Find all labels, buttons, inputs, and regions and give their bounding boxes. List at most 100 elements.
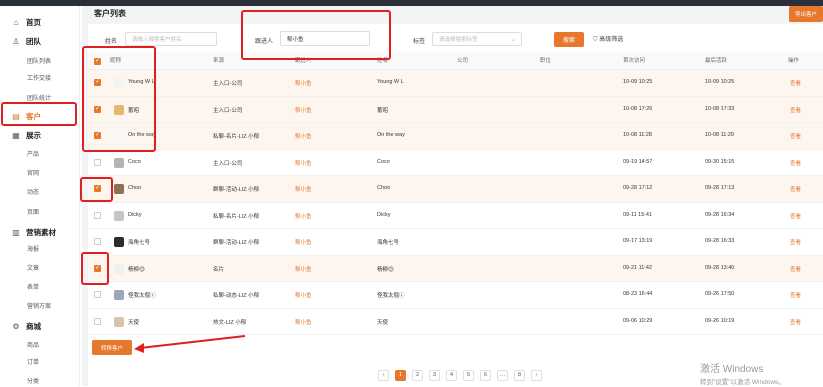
nav-group-1[interactable]: ♙ 团队 [0,31,80,51]
cell-first: 10-08 11:28 [623,132,652,139]
sidebar-item-9[interactable]: 表单 [0,279,80,293]
cell-nick: 怪我太倔ⓒ [128,293,156,300]
cell-name: 海角七号 [377,240,400,247]
export-customers-button[interactable]: 导出客户 [789,6,823,22]
annotation-box-row-yangliu [81,252,109,285]
cell-follower: 郁小鱼 [295,81,312,88]
transfer-customers-button[interactable]: 转移客户 [92,340,132,355]
sidebar-item-8[interactable]: 文章 [0,260,80,274]
view-link[interactable]: 查看 [790,212,801,220]
cell-nick: 杨柳😊 [128,266,145,273]
cell-source: 群聊-活动-LIZ 小郁 [213,240,260,247]
cell-follower: 郁小鱼 [295,107,312,114]
cell-source: 主入口-公司 [213,160,243,167]
cell-first: 09-17 13:19 [623,238,653,245]
view-link[interactable]: 查看 [790,265,801,273]
watermark-line-1: 激活 Windows [700,364,764,375]
cell-source: 群聊-活动-LIZ 小郁 [213,187,260,194]
column-header: 来源 [213,58,225,64]
cell-name: 天使 [377,319,389,326]
cell-source: 私聊-动态-LIZ 小郁 [213,293,260,300]
page-button[interactable]: 3 [429,369,440,381]
annotation-box-customer-nav [1,102,77,126]
row-checkbox[interactable] [94,317,101,325]
search-button[interactable]: 搜索 [554,32,584,47]
sidebar-item-1[interactable]: 工作交接 [0,70,80,84]
view-link[interactable]: 查看 [790,79,801,87]
sidebar-item-0[interactable]: 团队列表 [0,53,80,67]
cell-last: 10-08 11:29 [705,132,734,139]
annotation-box-follower [241,10,391,60]
cell-source: 主入口-公司 [213,81,243,88]
cell-first: 09-11 15:41 [623,211,652,218]
nav-group-3[interactable]: ▦ 展示 [0,125,80,145]
view-link[interactable]: 查看 [790,185,801,193]
cell-source: 私聊-名片-LIZ 小郁 [213,134,260,141]
view-link[interactable]: 查看 [790,318,801,326]
page-button[interactable]: … [497,369,508,381]
sidebar-item-6[interactable]: 页面 [0,204,80,218]
view-link[interactable]: 查看 [790,106,801,114]
next-page-button[interactable]: › [531,369,542,381]
windows-activation-watermark: 激活 Windows 转到"设置"以激活 Windows。 [700,360,785,386]
row-checkbox[interactable] [94,211,101,219]
row-checkbox[interactable] [94,291,101,299]
cell-follower: 郁小鱼 [295,319,312,326]
cell-first: 09-06 10:29 [623,317,653,324]
cell-name: Coco [377,158,390,165]
avatar [114,237,124,248]
advanced-filter-link[interactable]: ⛉ 高级筛选 [593,34,623,44]
mall-icon: ⚙ [12,321,20,331]
page-button[interactable]: 4 [446,369,457,381]
cell-last: 10-08 17:33 [705,105,735,112]
avatar [114,210,124,221]
cell-first: 09-21 11:42 [623,264,652,271]
sidebar-item-11[interactable]: 商品 [0,337,80,351]
column-header: 公司 [457,58,469,64]
nav-group-0[interactable]: ⌂ 首页 [0,12,80,32]
cell-first: 10-08 17:26 [623,105,653,112]
page-button[interactable]: 2 [412,369,423,381]
page-button[interactable]: 8 [514,369,525,381]
view-link[interactable]: 查看 [790,132,801,140]
tag-filter-label: 标签 [413,39,426,45]
pagination: ‹ 1 2 3 4 5 6 … 8 › [378,369,548,381]
cell-follower: 郁小鱼 [295,134,312,141]
cell-source: 名片 [213,266,225,273]
row-checkbox[interactable] [94,158,101,166]
sidebar-item-4[interactable]: 官网 [0,165,80,179]
cell-follower: 郁小鱼 [295,266,312,273]
cell-follower: 郁小鱼 [295,187,312,194]
name-search-input[interactable]: 请输入搜索客户姓名 [125,32,217,46]
nav-group-5[interactable]: ⚙ 商城 [0,316,80,336]
cell-source: 主入口-公司 [213,107,243,114]
tag-select[interactable]: 请选择搜索标签 ⌄ [432,32,522,46]
sidebar-item-7[interactable]: 海报 [0,241,80,255]
sidebar-item-3[interactable]: 产品 [0,146,80,160]
page-button[interactable]: 5 [463,369,474,381]
sidebar-item-5[interactable]: 动态 [0,184,80,198]
avatar [114,157,124,168]
cell-name: 蓄昭 [377,107,389,114]
column-header: 职位 [540,58,552,64]
nav-group-label: 商城 [26,321,41,331]
sidebar-item-12[interactable]: 订单 [0,354,80,368]
column-header: 最后活跃 [705,58,728,64]
page-title: 客户列表 [94,9,126,18]
cell-last: 09-28 16:33 [705,238,735,245]
view-link[interactable]: 查看 [790,159,801,167]
sidebar-item-10[interactable]: 营销方案 [0,298,80,312]
prev-page-button[interactable]: ‹ [378,369,389,381]
page-button[interactable]: 1 [395,369,406,381]
view-link[interactable]: 查看 [790,291,801,299]
nav-group-4[interactable]: ▥ 营销素材 [0,222,80,242]
cell-source: 热文-LIZ 小郁 [213,319,247,326]
row-checkbox[interactable] [94,238,101,246]
cell-nick: Coco [128,158,141,165]
sidebar-item-13[interactable]: 分类 [0,373,80,387]
annotation-box-row-choo [80,177,113,202]
page-button[interactable]: 6 [480,369,491,381]
view-link[interactable]: 查看 [790,238,801,246]
cell-name: 杨柳😊 [377,266,394,273]
home-icon: ⌂ [13,17,19,27]
